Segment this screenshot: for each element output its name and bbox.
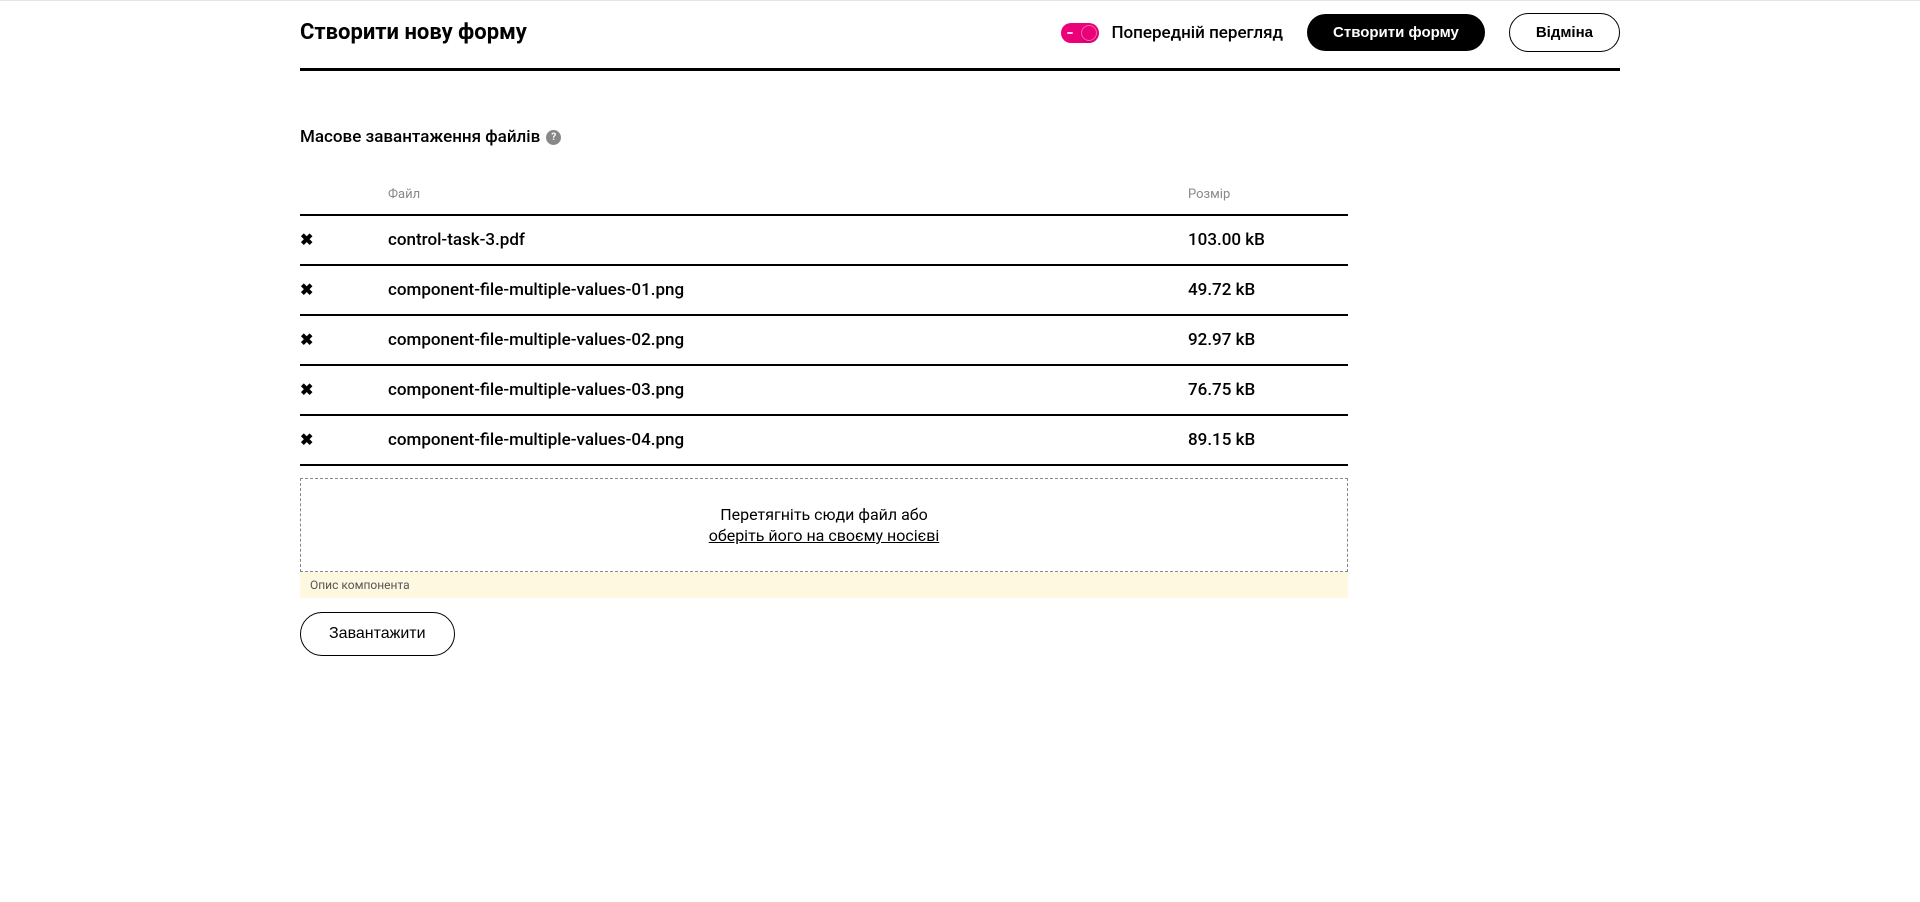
cancel-button[interactable]: Відміна <box>1509 13 1620 52</box>
delete-file-icon[interactable]: ✖ <box>300 330 313 349</box>
section-title: Масове завантаження файлів <box>300 127 540 147</box>
delete-file-icon[interactable]: ✖ <box>300 380 313 399</box>
upload-button[interactable]: Завантажити <box>300 612 455 656</box>
table-row: ✖ component-file-multiple-values-04.png … <box>300 415 1348 465</box>
file-table: Файл Розмір ✖ control-task-3.pdf 103.00 … <box>300 177 1348 466</box>
browse-file-link[interactable]: оберіть його на своєму носієві <box>301 526 1347 545</box>
table-row: ✖ control-task-3.pdf 103.00 kB <box>300 215 1348 265</box>
delete-file-icon[interactable]: ✖ <box>300 230 313 249</box>
dropzone-text: Перетягніть сюди файл або <box>720 505 928 524</box>
col-delete-header <box>300 177 388 215</box>
file-name: control-task-3.pdf <box>388 215 1188 265</box>
file-size: 49.72 kB <box>1188 265 1348 315</box>
header: Створити нову форму Попередній перегляд … <box>300 1 1620 71</box>
file-name: component-file-multiple-values-04.png <box>388 415 1188 465</box>
table-row: ✖ component-file-multiple-values-02.png … <box>300 315 1348 365</box>
component-description: Опис компонента <box>300 572 1348 598</box>
file-name: component-file-multiple-values-02.png <box>388 315 1188 365</box>
file-size: 92.97 kB <box>1188 315 1348 365</box>
col-file-header: Файл <box>388 177 1188 215</box>
file-size: 103.00 kB <box>1188 215 1348 265</box>
file-name: component-file-multiple-values-01.png <box>388 265 1188 315</box>
header-actions: Попередній перегляд Створити форму Відмі… <box>1061 13 1620 52</box>
table-row: ✖ component-file-multiple-values-03.png … <box>300 365 1348 415</box>
col-size-header: Розмір <box>1188 177 1348 215</box>
page-title: Створити нову форму <box>300 20 527 45</box>
file-name: component-file-multiple-values-03.png <box>388 365 1188 415</box>
file-area: Файл Розмір ✖ control-task-3.pdf 103.00 … <box>300 177 1348 656</box>
create-form-button[interactable]: Створити форму <box>1307 14 1485 51</box>
toggle-knob-icon <box>1081 25 1097 41</box>
delete-file-icon[interactable]: ✖ <box>300 280 313 299</box>
content: Масове завантаження файлів ? Файл Розмір <box>300 71 1620 656</box>
file-size: 89.15 kB <box>1188 415 1348 465</box>
file-dropzone[interactable]: Перетягніть сюди файл або оберіть його н… <box>300 478 1348 572</box>
file-size: 76.75 kB <box>1188 365 1348 415</box>
preview-label: Попередній перегляд <box>1111 23 1283 43</box>
preview-toggle[interactable] <box>1061 23 1099 43</box>
help-icon[interactable]: ? <box>546 130 561 145</box>
table-row: ✖ component-file-multiple-values-01.png … <box>300 265 1348 315</box>
preview-toggle-wrapper: Попередній перегляд <box>1061 23 1283 43</box>
section-title-row: Масове завантаження файлів ? <box>300 127 1620 147</box>
delete-file-icon[interactable]: ✖ <box>300 430 313 449</box>
